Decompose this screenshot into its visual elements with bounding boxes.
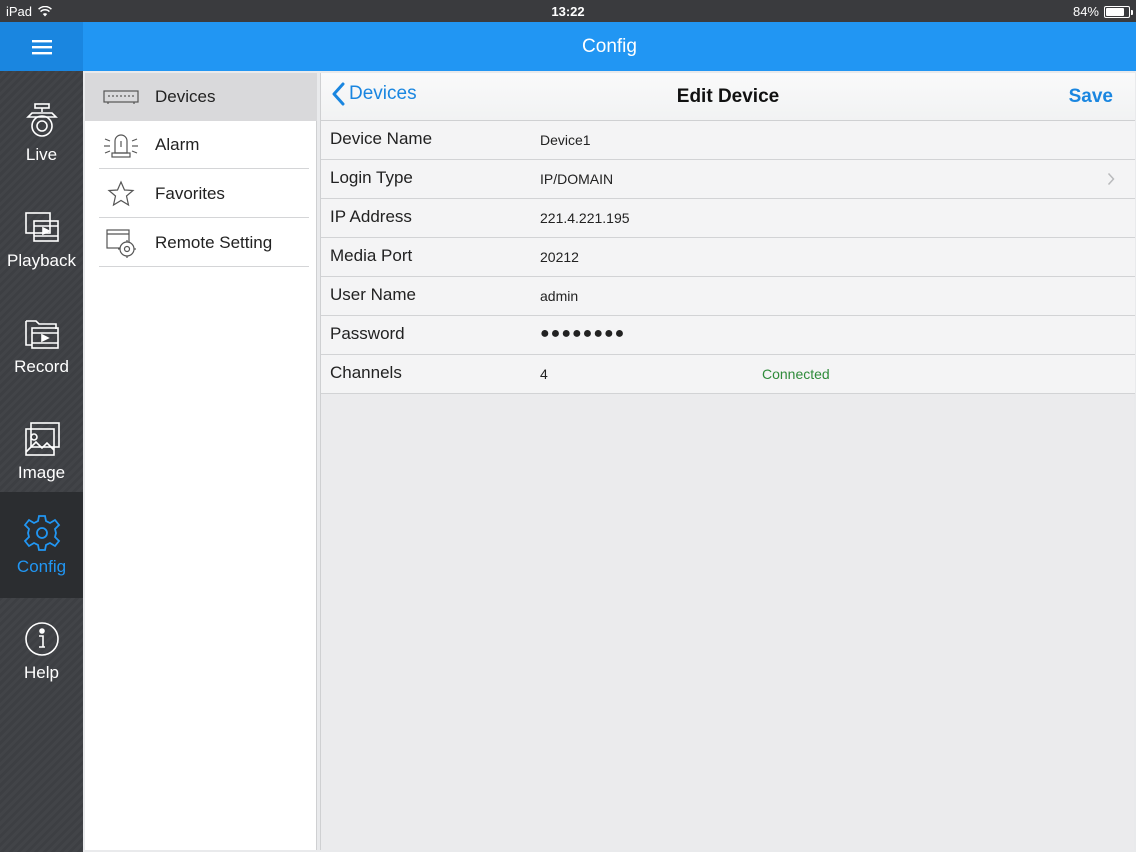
divider [99, 266, 309, 267]
config-menu-item-alarm[interactable]: Alarm [85, 121, 317, 169]
camera-icon [25, 103, 58, 137]
media-port-input[interactable]: 20212 [540, 249, 579, 265]
nav-label: Image [17, 463, 66, 482]
edit-device-panel: Devices Edit Device Save Device Name Dev… [320, 73, 1135, 850]
remote-setting-icon [106, 229, 136, 258]
field-ip-address[interactable]: IP Address 221.4.221.195 [321, 199, 1135, 238]
edit-device-navbar: Devices Edit Device Save [321, 73, 1135, 121]
ip-address-input[interactable]: 221.4.221.195 [540, 210, 630, 226]
config-menu-item-favorites[interactable]: Favorites [85, 170, 317, 218]
dvr-device-icon [103, 90, 139, 104]
playback-icon [24, 212, 59, 242]
field-channels: Channels 4 Connected [321, 355, 1135, 394]
field-media-port[interactable]: Media Port 20212 [321, 238, 1135, 277]
nav-item-record[interactable]: Record [0, 292, 83, 398]
user-name-input[interactable]: admin [540, 288, 578, 304]
save-button[interactable]: Save [1069, 86, 1113, 108]
nav-label: Record [14, 357, 69, 376]
nav-item-live[interactable]: Live [0, 80, 83, 186]
divider [99, 217, 309, 218]
header-bar: Config [83, 22, 1136, 71]
config-menu-label: Devices [155, 87, 216, 106]
nav-label: Live [25, 145, 58, 164]
alarm-light-icon [104, 134, 138, 158]
gear-icon [23, 515, 60, 551]
page-title: Config [582, 35, 637, 57]
device-name-input[interactable]: Device1 [540, 132, 591, 148]
battery-fill [1106, 7, 1125, 16]
connection-status: Connected [762, 366, 830, 382]
image-icon [24, 422, 60, 456]
info-icon [24, 622, 59, 656]
nav-label: Config [16, 557, 67, 576]
nav-label: Playback [7, 251, 76, 270]
field-login-type[interactable]: Login Type IP/DOMAIN [321, 160, 1135, 199]
left-nav: Live Playback Record Image Config Help [0, 71, 83, 852]
field-label: IP Address [330, 207, 412, 226]
clock: 13:22 [551, 4, 585, 19]
config-menu-label: Alarm [155, 135, 200, 154]
channels-value: 4 [540, 366, 548, 382]
login-type-select[interactable]: IP/DOMAIN [540, 171, 613, 187]
field-user-name[interactable]: User Name admin [321, 277, 1135, 316]
password-input[interactable]: ●●●●●●●● [540, 325, 625, 343]
config-menu-item-remote-setting[interactable]: Remote Setting [85, 219, 317, 267]
config-menu: Devices Alarm Favorites Remote Setting [85, 73, 317, 850]
field-label: Device Name [330, 129, 433, 148]
field-password[interactable]: Password ●●●●●●●● [321, 316, 1135, 355]
battery-icon [1104, 5, 1133, 18]
field-label: User Name [330, 285, 416, 304]
nav-item-help[interactable]: Help [0, 598, 83, 704]
config-menu-item-devices[interactable]: Devices [85, 73, 317, 121]
divider [99, 168, 309, 169]
chevron-right-icon [1107, 172, 1115, 186]
field-device-name[interactable]: Device Name Device1 [321, 121, 1135, 160]
field-label: Channels [330, 363, 402, 382]
battery-percent: 84% [1072, 4, 1099, 19]
star-icon [107, 180, 135, 207]
nav-item-config[interactable]: Config [0, 492, 83, 598]
field-label: Password [330, 324, 405, 343]
config-menu-label: Favorites [155, 184, 225, 203]
menu-button[interactable] [0, 22, 83, 71]
edit-device-title: Edit Device [676, 86, 780, 107]
nav-item-playback[interactable]: Playback [0, 186, 83, 292]
nav-item-image[interactable]: Image [0, 398, 83, 504]
field-label: Login Type [330, 168, 413, 187]
record-folder-icon [24, 320, 59, 349]
hamburger-icon [31, 39, 52, 54]
nav-label: Help [24, 663, 59, 682]
device-form: Device Name Device1 Login Type IP/DOMAIN… [321, 121, 1135, 394]
status-bar: iPad 13:22 84% [0, 0, 1136, 22]
field-label: Media Port [330, 246, 413, 265]
config-menu-label: Remote Setting [155, 233, 273, 252]
